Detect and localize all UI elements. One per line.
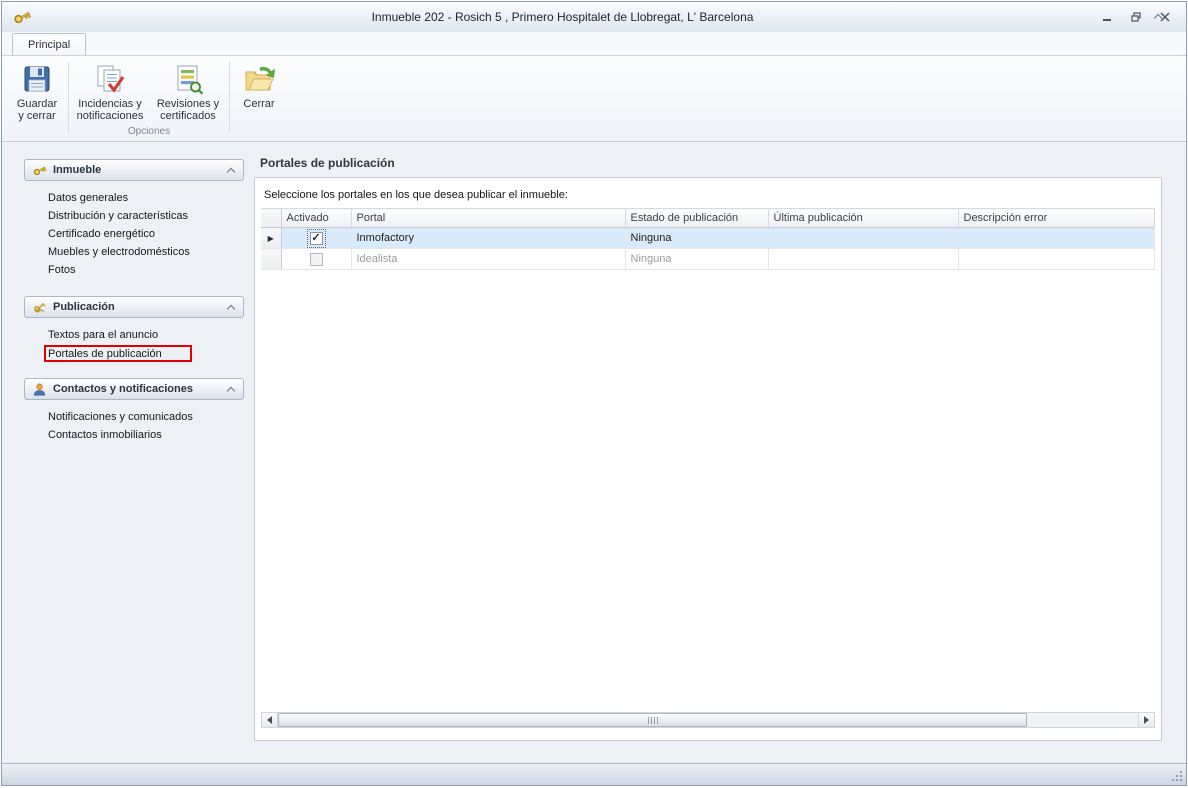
sidebar: Inmueble Datos generales Distribución y …	[24, 159, 244, 741]
main-section: Portales de publicación Seleccione los p…	[254, 159, 1162, 741]
cell-portal[interactable]: Inmofactory	[351, 228, 625, 249]
cerrar-label: Cerrar	[243, 98, 274, 110]
sidebar-item-distribucion-caracteristicas[interactable]: Distribución y características	[48, 208, 244, 226]
group-header-contactos[interactable]: Contactos y notificaciones	[24, 378, 244, 400]
revisiones-label: Revisiones y certificados	[157, 98, 219, 122]
sidebar-item-muebles-electrodomesticos[interactable]: Muebles y electrodomésticos	[48, 244, 244, 262]
group-header-publicacion[interactable]: Publicación	[24, 296, 244, 318]
sidebar-group-contactos: Contactos y notificaciones Notificacione…	[24, 378, 244, 457]
keys-icon	[32, 300, 47, 315]
group-title: Publicación	[53, 301, 115, 313]
ribbon-group-opciones: Incidencias y notificaciones	[71, 59, 227, 141]
sidebar-item-notificaciones-comunicados[interactable]: Notificaciones y comunicados	[48, 409, 244, 427]
table-row-inmofactory[interactable]: ▶ ✓ Inmofactory Ninguna	[261, 228, 1155, 249]
cell-ultima[interactable]	[768, 228, 958, 249]
scroll-left-button[interactable]	[262, 713, 278, 727]
inmofactory-activado-checkbox[interactable]: ✓	[310, 232, 323, 245]
idealista-activado-checkbox[interactable]	[310, 253, 323, 266]
restore-button[interactable]	[1122, 9, 1149, 26]
window-title: Inmueble 202 - Rosich 5 , Primero Hospit…	[32, 10, 1093, 24]
column-header-portal[interactable]: Portal	[351, 209, 625, 228]
current-row-indicator-icon: ▶	[268, 234, 274, 243]
group-header-inmueble[interactable]: Inmueble	[24, 159, 244, 181]
arrow-right-icon	[1144, 716, 1153, 724]
column-header-estado[interactable]: Estado de publicación	[625, 209, 768, 228]
incidencias-y-notificaciones-button[interactable]: Incidencias y notificaciones	[71, 59, 149, 125]
sidebar-group-inmueble: Inmueble Datos generales Distribución y …	[24, 159, 244, 292]
guardar-y-cerrar-button[interactable]: Guardar y cerrar	[8, 59, 66, 125]
open-folder-exit-icon	[243, 63, 275, 95]
ribbon: Guardar y cerrar	[2, 55, 1186, 142]
page-title: Portales de publicación	[260, 156, 1162, 170]
ribbon-separator	[68, 62, 69, 133]
titlebar: Inmueble 202 - Rosich 5 , Primero Hospit…	[2, 2, 1186, 32]
incidencias-label: Incidencias y notificaciones	[77, 98, 144, 122]
column-header-ultima[interactable]: Última publicación	[768, 209, 958, 228]
content-area: Inmueble Datos generales Distribución y …	[2, 143, 1186, 763]
instruction-text: Seleccione los portales en los que desea…	[264, 189, 1155, 201]
sidebar-item-contactos-inmobiliarios[interactable]: Contactos inmobiliarios	[48, 427, 244, 445]
collapse-chevron-icon[interactable]	[226, 303, 236, 312]
ribbon-group-label-opciones: Opciones	[71, 125, 227, 141]
app-window: Inmueble 202 - Rosich 5 , Primero Hospit…	[1, 1, 1187, 786]
collapse-ribbon-button[interactable]	[1150, 10, 1166, 22]
app-key-icon	[12, 7, 32, 27]
row-indicator-header	[261, 209, 281, 228]
portales-table: Activado Portal Estado de publicación Úl…	[261, 208, 1155, 270]
sidebar-item-textos-para-el-anuncio[interactable]: Textos para el anuncio	[48, 327, 244, 345]
group-title: Inmueble	[53, 164, 101, 176]
horizontal-scrollbar[interactable]	[261, 712, 1155, 728]
column-header-descripcion-error[interactable]: Descripción error	[958, 209, 1155, 228]
cell-error[interactable]	[958, 228, 1155, 249]
status-bar	[2, 763, 1186, 785]
cerrar-button[interactable]: Cerrar	[232, 59, 286, 125]
ribbon-tab-row: Principal	[2, 32, 1186, 55]
certificate-report-icon	[172, 63, 204, 95]
cell-estado[interactable]: Ninguna	[625, 249, 768, 270]
sidebar-item-certificado-energetico[interactable]: Certificado energético	[48, 226, 244, 244]
resize-grip[interactable]	[1171, 770, 1182, 781]
cell-ultima[interactable]	[768, 249, 958, 270]
person-icon	[32, 382, 47, 397]
scrollbar-thumb[interactable]	[278, 713, 1027, 727]
sidebar-item-portales-de-publicacion[interactable]: Portales de publicación	[44, 345, 192, 362]
scroll-right-button[interactable]	[1138, 713, 1154, 727]
chevron-up-icon	[1154, 13, 1162, 21]
guardar-y-cerrar-label: Guardar y cerrar	[17, 98, 57, 122]
arrow-left-icon	[263, 716, 272, 724]
revisiones-y-certificados-button[interactable]: Revisiones y certificados	[149, 59, 227, 125]
minimize-button[interactable]	[1093, 9, 1120, 26]
collapse-chevron-icon[interactable]	[226, 166, 236, 175]
table-header-row: Activado Portal Estado de publicación Úl…	[261, 209, 1155, 228]
save-icon	[21, 63, 53, 95]
ribbon-group-cerrar: Cerrar	[232, 59, 286, 141]
sidebar-item-fotos[interactable]: Fotos	[48, 262, 244, 280]
incidents-check-icon	[94, 63, 126, 95]
cell-portal[interactable]: Idealista	[351, 249, 625, 270]
portales-panel: Seleccione los portales en los que desea…	[254, 177, 1162, 741]
column-header-activado[interactable]: Activado	[281, 209, 351, 228]
collapse-chevron-icon[interactable]	[226, 385, 236, 394]
sidebar-group-publicacion: Publicación Textos para el anuncio Porta…	[24, 296, 244, 374]
table-row-idealista[interactable]: Idealista Ninguna	[261, 249, 1155, 270]
cell-estado[interactable]: Ninguna	[625, 228, 768, 249]
sidebar-item-datos-generales[interactable]: Datos generales	[48, 190, 244, 208]
key-icon	[32, 163, 47, 178]
tab-principal[interactable]: Principal	[12, 33, 86, 55]
ribbon-separator	[229, 62, 230, 133]
group-title: Contactos y notificaciones	[53, 383, 193, 395]
ribbon-group-guardar: Guardar y cerrar	[8, 59, 66, 141]
cell-error[interactable]	[958, 249, 1155, 270]
